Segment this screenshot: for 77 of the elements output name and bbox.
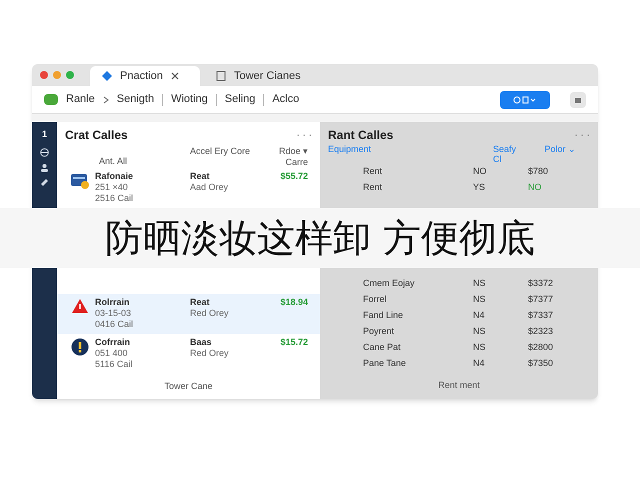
equipment-name: Forrel bbox=[363, 293, 388, 306]
item-type: Aad Orey bbox=[190, 182, 230, 193]
price-value: $780 bbox=[528, 165, 550, 178]
card-icon bbox=[70, 172, 90, 190]
item-status: Baas bbox=[190, 337, 213, 348]
panel-footer: Rent ment bbox=[438, 378, 480, 392]
warning-icon bbox=[71, 298, 89, 314]
equipment-name: Pane Tane bbox=[363, 357, 407, 370]
breadcrumb-link[interactable]: Seling bbox=[224, 91, 256, 108]
more-icon[interactable]: · · · bbox=[296, 128, 312, 142]
safety-code: NO bbox=[473, 165, 488, 178]
item-code: 051 400 bbox=[95, 348, 129, 359]
safety-code: N4 bbox=[473, 309, 486, 322]
caption-text: 防晒淡妆这样卸 方便彻底 bbox=[104, 214, 536, 262]
breadcrumb-link[interactable]: Senigth bbox=[116, 91, 154, 108]
equipment-name: Cmem Eojay bbox=[363, 277, 416, 290]
breadcrumb-link[interactable]: Wioting bbox=[171, 91, 208, 108]
item-code: 251 ×40 bbox=[95, 182, 129, 193]
item-name: Cofrrain bbox=[95, 337, 132, 348]
diamond-icon bbox=[102, 71, 112, 81]
tab[interactable]: Tower Cianes bbox=[204, 66, 334, 86]
breadcrumb-link[interactable]: Ranle bbox=[66, 91, 95, 108]
people-icon[interactable] bbox=[40, 162, 49, 172]
item-location: 2516 Cail bbox=[95, 193, 134, 204]
close-icon[interactable] bbox=[170, 72, 179, 80]
safety-code: NS bbox=[473, 325, 487, 338]
page-icon bbox=[216, 71, 226, 81]
equipment-name: Rent bbox=[363, 165, 384, 178]
item-code: 03-15-03 bbox=[95, 308, 132, 319]
item-type: Red Orey bbox=[190, 348, 230, 359]
column-header[interactable]: Accel Ery Core bbox=[190, 146, 266, 168]
price-value: $7350 bbox=[528, 357, 554, 370]
item-status: Reat bbox=[190, 297, 211, 308]
tab-label: Tower Cianes bbox=[234, 68, 301, 84]
equipment-name: Rent bbox=[363, 181, 384, 194]
item-location: 5116 Cail bbox=[95, 359, 134, 370]
chevron-right-icon bbox=[102, 96, 109, 104]
item-status: Reat bbox=[190, 171, 211, 182]
breadcrumb-link[interactable]: Aclco bbox=[272, 91, 300, 108]
tab-label: Pnaction bbox=[120, 68, 163, 84]
column-header[interactable]: Rdoe ▾ Carre bbox=[266, 146, 308, 168]
price-value: $2323 bbox=[528, 325, 554, 338]
tab[interactable]: Pnaction bbox=[90, 66, 200, 86]
list-row[interactable]: Rolrrain 03-15-03 0416 Cail Reat Red Orey $18.94 bbox=[57, 294, 320, 334]
view-options-icon bbox=[513, 96, 537, 104]
panel-footer: Tower Cane bbox=[164, 380, 213, 394]
price-value: $7337 bbox=[528, 309, 554, 322]
item-location: 0416 Cail bbox=[95, 319, 134, 330]
safety-code: N4 bbox=[473, 357, 486, 370]
safety-code: NS bbox=[473, 341, 487, 354]
view-dropdown-button[interactable] bbox=[500, 90, 550, 108]
lock-button[interactable] bbox=[570, 92, 586, 108]
equipment-name: Cane Pat bbox=[363, 341, 402, 354]
more-icon[interactable]: · · · bbox=[574, 128, 590, 142]
item-name: Rafonaie bbox=[95, 171, 134, 182]
item-type: Red Orey bbox=[190, 308, 230, 319]
panel-title: Crat Calles bbox=[65, 127, 128, 144]
safety-code: NS bbox=[473, 277, 487, 290]
price-value: $3372 bbox=[528, 277, 554, 290]
globe-icon[interactable] bbox=[40, 148, 49, 156]
safety-code: YS bbox=[473, 181, 486, 194]
item-price: $15.72 bbox=[279, 337, 308, 348]
item-name: Rolrrain bbox=[95, 297, 131, 308]
close-window-icon[interactable] bbox=[40, 71, 48, 79]
sidebar-number: 1 bbox=[42, 128, 47, 141]
item-price: $55.72 bbox=[279, 171, 308, 182]
column-header[interactable]: Ant. All bbox=[65, 146, 190, 168]
panel-title: Rant Calles bbox=[328, 127, 394, 144]
app-icon bbox=[44, 94, 58, 105]
equipment-name: Fand Line bbox=[363, 309, 404, 322]
price-value: $7377 bbox=[528, 293, 554, 306]
safety-code: NS bbox=[473, 293, 487, 306]
price-value: $2800 bbox=[528, 341, 554, 354]
equipment-name: Poyrent bbox=[363, 325, 396, 338]
alert-circle-icon bbox=[71, 338, 89, 356]
price-value: NO bbox=[528, 181, 542, 194]
item-price: $18.94 bbox=[279, 297, 308, 308]
